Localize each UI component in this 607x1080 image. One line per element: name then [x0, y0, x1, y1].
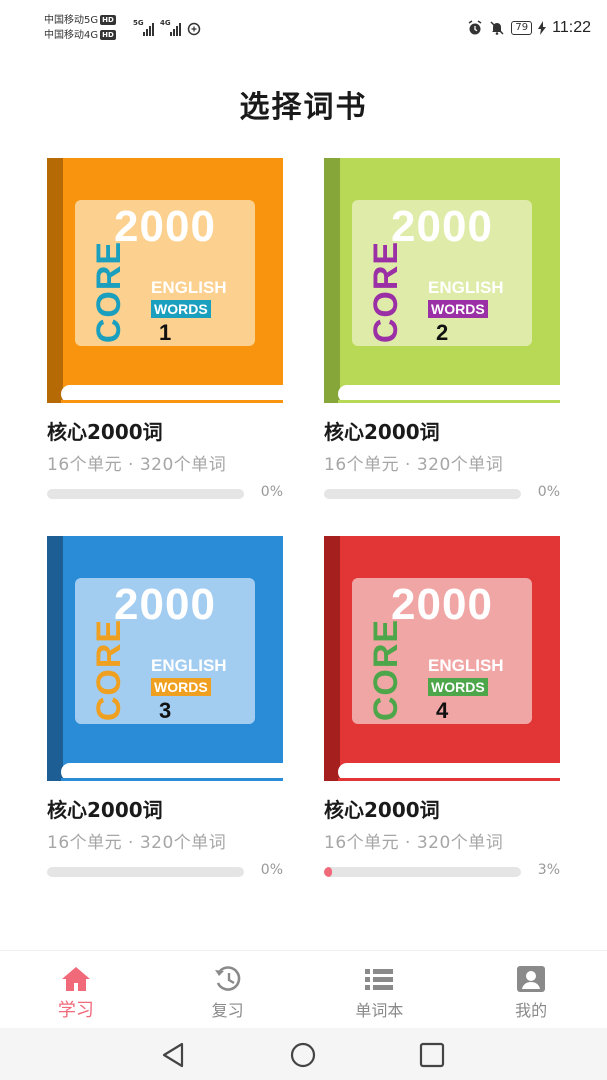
status-bar: 中国移动5G HD 中国移动4G HD 5G 4G 79 11:22 [0, 0, 607, 56]
book-card[interactable]: 2000 CORE ENGLISH WORDS 4 核心2000词 16个单元 … [324, 536, 560, 914]
status-time: 11:22 [552, 19, 591, 36]
cover-panel: 2000 CORE ENGLISH WORDS 1 [75, 200, 255, 346]
cover-volume-number: 2 [436, 320, 449, 345]
book-card[interactable]: 2000 CORE ENGLISH WORDS 2 核心2000词 16个单元 … [324, 158, 560, 536]
progress-bar [324, 867, 521, 877]
cover-english-text: ENGLISH [151, 656, 227, 675]
cover-volume-number: 4 [436, 698, 449, 723]
cover-core-text: CORE [90, 240, 128, 344]
cover-spine [47, 536, 63, 781]
signal-indicators: 5G 4G [133, 18, 201, 36]
cover-spine [324, 158, 340, 403]
book-meta: 16个单元 · 320个单词 [324, 455, 504, 475]
history-icon [214, 966, 240, 991]
progress-row: 0% [47, 482, 283, 502]
cover-panel: 2000 CORE ENGLISH WORDS 4 [352, 578, 532, 724]
profile-icon [517, 966, 546, 992]
book-meta: 16个单元 · 320个单词 [47, 455, 227, 475]
cover-spine [47, 158, 63, 403]
book-cover[interactable]: 2000 CORE ENGLISH WORDS 2 [324, 158, 560, 403]
book-card[interactable]: 2000 CORE ENGLISH WORDS 3 核心2000词 16个单元 … [47, 536, 283, 914]
tab-wordbook[interactable]: 单词本 [304, 951, 456, 1028]
signal-icon: 5G [133, 19, 154, 36]
bottom-tab-bar: 学习 复习 单词本 我的 [0, 950, 607, 1028]
cover-edge [338, 400, 560, 403]
cover-edge [61, 400, 283, 403]
book-meta: 16个单元 · 320个单词 [47, 833, 227, 853]
carrier-label-2: 中国移动4G HD [44, 30, 116, 41]
carrier-label-1: 中国移动5G HD [44, 15, 116, 26]
book-cover[interactable]: 2000 CORE ENGLISH WORDS 3 [47, 536, 283, 781]
home-nav-icon[interactable] [289, 1042, 317, 1068]
progress-row: 0% [324, 482, 560, 502]
alarm-icon [468, 20, 482, 35]
cover-english-text: ENGLISH [428, 278, 504, 297]
cover-core-text: CORE [367, 240, 405, 344]
home-icon [61, 967, 90, 991]
cover-core-text: CORE [90, 618, 128, 722]
mute-notification-icon [490, 21, 504, 35]
cover-words-text: WORDS [428, 678, 488, 696]
hd-badge: HD [100, 30, 116, 40]
progress-percent: 0% [260, 862, 283, 878]
progress-percent: 0% [260, 484, 283, 500]
book-title[interactable]: 核心2000词 [324, 794, 560, 822]
charging-icon [538, 21, 547, 35]
cover-volume-number: 1 [159, 320, 172, 345]
progress-bar [324, 489, 521, 499]
book-card[interactable]: 2000 CORE ENGLISH WORDS 1 核心2000词 16个单元 … [47, 158, 283, 536]
progress-percent: 0% [537, 484, 560, 500]
signal-icon: 4G [160, 19, 181, 36]
progress-bar [47, 867, 244, 877]
cover-panel: 2000 CORE ENGLISH WORDS 3 [75, 578, 255, 724]
progress-row: 0% [47, 860, 283, 880]
tab-label: 学习 [57, 1000, 94, 1021]
page-title: 选择词书 [239, 90, 368, 125]
book-cover[interactable]: 2000 CORE ENGLISH WORDS 4 [324, 536, 560, 781]
back-icon[interactable] [160, 1042, 188, 1068]
cover-edge [338, 778, 560, 781]
tab-label: 单词本 [355, 1001, 404, 1020]
cover-panel: 2000 CORE ENGLISH WORDS 2 [352, 200, 532, 346]
recents-icon[interactable] [418, 1042, 446, 1068]
cover-spine [324, 536, 340, 781]
progress-row: 3% [324, 860, 560, 880]
cover-words-text: WORDS [151, 300, 211, 318]
system-nav-bar [0, 1028, 607, 1080]
progress-percent: 3% [537, 862, 560, 878]
book-meta: 16个单元 · 320个单词 [324, 833, 504, 853]
data-saver-icon [187, 22, 201, 36]
progress-fill [324, 867, 332, 877]
cover-english-text: ENGLISH [151, 278, 227, 297]
cover-core-text: CORE [367, 618, 405, 722]
cover-volume-number: 3 [159, 698, 172, 723]
status-right: 79 11:22 [467, 18, 591, 38]
hd-badge: HD [100, 15, 116, 25]
cover-english-text: ENGLISH [428, 656, 504, 675]
book-title[interactable]: 核心2000词 [47, 416, 283, 444]
tab-label: 我的 [515, 1001, 548, 1020]
tab-study[interactable]: 学习 [0, 951, 152, 1028]
tab-review[interactable]: 复习 [152, 951, 304, 1028]
progress-bar [47, 489, 244, 499]
tab-label: 复习 [211, 1001, 244, 1020]
book-grid: 2000 CORE ENGLISH WORDS 1 核心2000词 16个单元 … [47, 158, 560, 914]
cover-edge [61, 778, 283, 781]
list-icon [365, 969, 394, 990]
cover-words-text: WORDS [151, 678, 211, 696]
book-title[interactable]: 核心2000词 [47, 794, 283, 822]
tab-profile[interactable]: 我的 [455, 951, 607, 1028]
cover-words-text: WORDS [428, 300, 488, 318]
book-cover[interactable]: 2000 CORE ENGLISH WORDS 1 [47, 158, 283, 403]
book-title[interactable]: 核心2000词 [324, 416, 560, 444]
battery-indicator: 79 [511, 21, 533, 35]
